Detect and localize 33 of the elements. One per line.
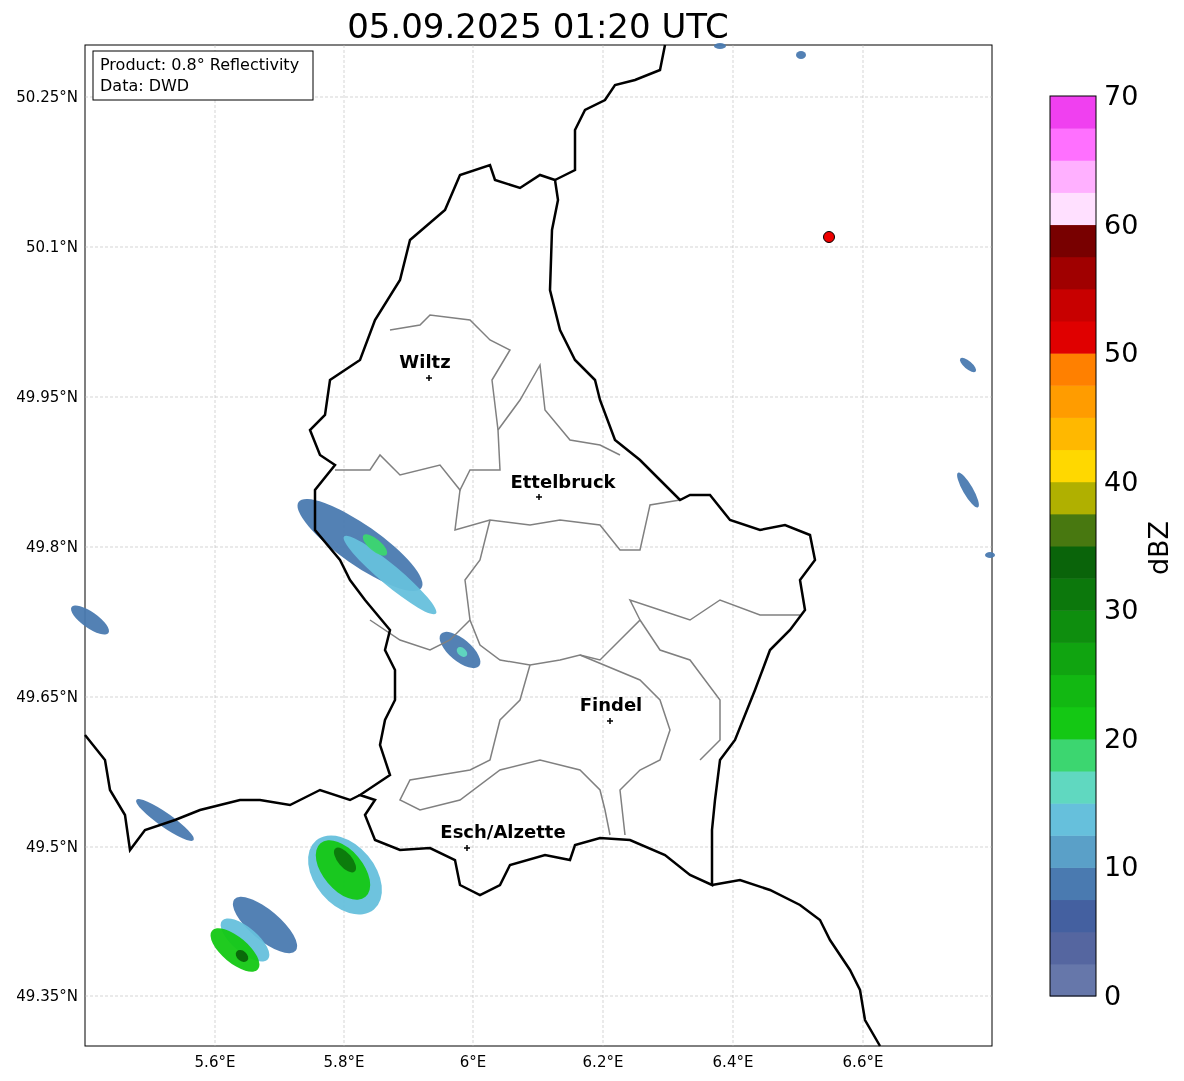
colorbar-tick-label: 20	[1104, 722, 1139, 754]
place-label: Findel	[579, 694, 643, 715]
colorbar-tick-label: 30	[1104, 594, 1139, 626]
colorbar-tick-label: 40	[1104, 465, 1139, 497]
longitude-label: 6.2°E	[582, 1053, 624, 1071]
longitude-label: 6°E	[459, 1053, 487, 1071]
longitude-label: 5.6°E	[194, 1053, 236, 1071]
longitude-label: 6.6°E	[842, 1053, 884, 1071]
colorbar-tick-label: 10	[1104, 851, 1139, 883]
latitude-label: 49.8°N	[25, 538, 78, 556]
latitude-label: 49.35°N	[16, 987, 78, 1005]
colorbar-label: dBZ	[1143, 520, 1174, 576]
colorbar-tick-label: 70	[1104, 80, 1139, 111]
info-text: Data: DWD	[100, 76, 190, 95]
longitude-label: 5.8°E	[323, 1053, 365, 1071]
colorbar-tick-label: 60	[1104, 208, 1139, 240]
latitude-label: 50.1°N	[25, 238, 78, 256]
location-marker-icon	[606, 717, 614, 725]
place-label: Ettelbruck	[510, 471, 616, 492]
place-label: Wiltz	[399, 351, 451, 372]
latitude-label: 49.5°N	[25, 838, 78, 856]
place-label: Esch/Alzette	[440, 821, 566, 842]
chart-title: 05.09.2025 01:20 UTC	[347, 6, 729, 46]
info-text: Product: 0.8° Reflectivity	[100, 55, 300, 74]
latitude-label: 49.65°N	[16, 688, 78, 706]
colorbar-tick-label: 0	[1104, 980, 1122, 1011]
colorbar-tick-label: 50	[1104, 337, 1139, 369]
longitude-label: 6.4°E	[712, 1053, 754, 1071]
location-marker-icon	[535, 493, 543, 501]
location-marker-icon	[425, 374, 433, 382]
latitude-label: 49.95°N	[16, 388, 78, 406]
location-marker-icon	[463, 844, 471, 852]
latitude-label: 50.25°N	[16, 88, 78, 106]
